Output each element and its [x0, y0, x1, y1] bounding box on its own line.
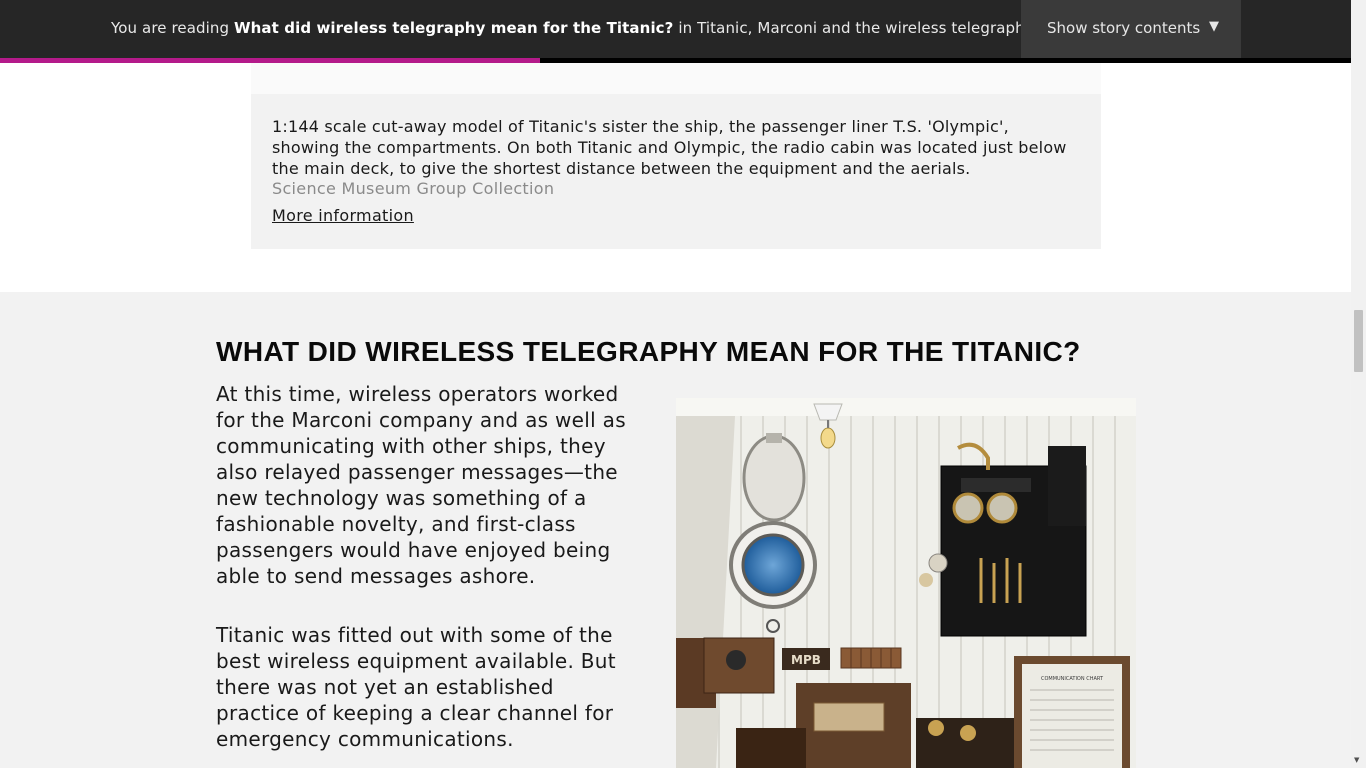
collection-title: Titanic, Marconi and the wireless telegr…	[697, 19, 1025, 37]
radio-room-photo[interactable]: MPB COMMUNICATION CHART	[676, 398, 1136, 768]
story-reading-bar: You are reading What did wireless telegr…	[0, 0, 1351, 58]
current-story-title: What did wireless telegraphy mean for th…	[234, 19, 674, 37]
triangle-down-icon: ▼	[1209, 19, 1219, 34]
paragraph: Titanic was fitted out with some of the …	[216, 623, 616, 751]
caption-text: 1:144 scale cut-away model of Titanic's …	[272, 117, 1067, 178]
show-story-contents-button[interactable]: Show story contents ▼	[1021, 0, 1241, 58]
section-heading: WHAT DID WIRELESS TELEGRAPHY MEAN FOR TH…	[216, 336, 1081, 367]
reading-prefix: You are reading	[111, 19, 230, 37]
reading-in: in	[678, 19, 693, 37]
story-section: WHAT DID WIRELESS TELEGRAPHY MEAN FOR TH…	[0, 292, 1351, 768]
scrollbar-thumb[interactable]	[1354, 310, 1363, 372]
image-bottom-edge	[251, 63, 1101, 94]
show-story-contents-label: Show story contents	[1047, 19, 1201, 37]
image-caption: 1:144 scale cut-away model of Titanic's …	[251, 94, 1101, 249]
caption-credit: Science Museum Group Collection	[272, 179, 555, 198]
scroll-down-arrow-icon[interactable]: ▼	[1354, 756, 1359, 764]
communication-chart-text: COMMUNICATION CHART	[1041, 676, 1104, 682]
paragraph: At this time, wireless operators worked …	[216, 382, 626, 588]
reading-status: You are reading What did wireless telegr…	[111, 19, 1025, 37]
more-information-link[interactable]: More information	[272, 206, 414, 225]
page-scrollbar[interactable]: ▼	[1351, 0, 1366, 768]
radio-room-illustration: MPB COMMUNICATION CHART	[676, 398, 1136, 768]
mpb-sign-text: MPB	[791, 653, 821, 667]
